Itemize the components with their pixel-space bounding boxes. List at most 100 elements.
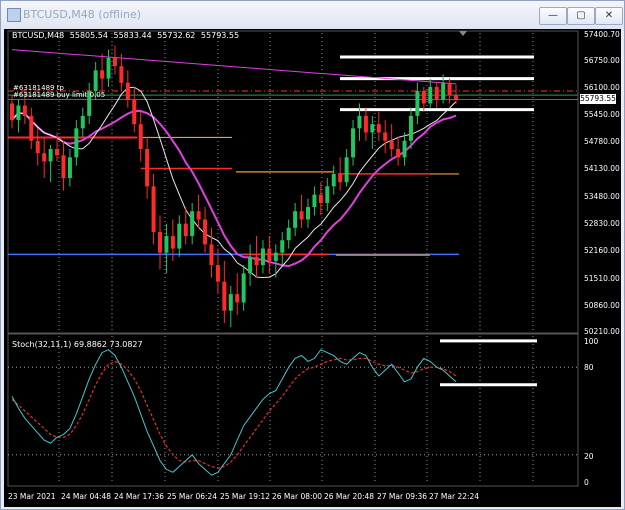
candle-body bbox=[177, 223, 182, 249]
price-panel-border bbox=[7, 30, 579, 334]
candle-body bbox=[447, 82, 452, 96]
time-tick: 23 Mar 2021 bbox=[8, 492, 56, 501]
candle-body bbox=[209, 244, 214, 266]
price-tick: 50860.00 bbox=[584, 301, 620, 310]
stoch-tick: 80 bbox=[584, 363, 594, 372]
time-tick: 24 Mar 17:36 bbox=[114, 492, 165, 501]
minimize-button[interactable]: — bbox=[539, 7, 567, 25]
candle-body bbox=[112, 57, 117, 67]
candle-body bbox=[280, 240, 285, 253]
time-tick: 25 Mar 19:12 bbox=[220, 492, 271, 501]
candle-body bbox=[408, 115, 413, 141]
candle-body bbox=[183, 223, 188, 237]
stochastic-label: Stoch(32,11,1) 69.8862 73.0827 bbox=[12, 340, 143, 349]
candle-body bbox=[10, 103, 14, 121]
order-buy-limit-label[interactable]: #63181489 buy limit 0.05 bbox=[13, 91, 105, 99]
candle-body bbox=[441, 82, 446, 100]
candle-body bbox=[61, 155, 66, 179]
low-value: 55732.62 bbox=[157, 31, 196, 40]
stoch-signal-line bbox=[11, 357, 457, 469]
candle-body bbox=[363, 115, 368, 133]
candle-body bbox=[55, 149, 60, 156]
candle-body bbox=[254, 256, 259, 266]
candle-body bbox=[351, 128, 356, 158]
candle-body bbox=[318, 194, 323, 203]
chart-shift-icon bbox=[459, 31, 467, 36]
price-chart[interactable]: BTCUSD,M48 55805.54 55833.44 55732.62 55… bbox=[4, 29, 621, 507]
symbol-label: BTCUSD,M48 bbox=[12, 31, 65, 40]
candle-body bbox=[293, 211, 298, 228]
candle-body bbox=[80, 115, 85, 129]
candle-body bbox=[454, 95, 458, 100]
candle-body bbox=[100, 70, 105, 79]
candle-body bbox=[125, 82, 130, 100]
price-tick: 52830.00 bbox=[584, 219, 620, 228]
time-tick: 24 Mar 04:48 bbox=[61, 492, 112, 501]
price-tick: 57400.70 bbox=[584, 30, 620, 39]
candle-body bbox=[145, 149, 150, 187]
candle-body bbox=[357, 115, 362, 129]
candle-body bbox=[119, 66, 124, 83]
candle-body bbox=[286, 227, 291, 241]
price-tick: 53480.00 bbox=[584, 192, 620, 201]
stoch-tick: 0 bbox=[584, 478, 589, 487]
candle-body bbox=[376, 124, 381, 133]
close-button[interactable]: ✕ bbox=[595, 7, 623, 25]
chart-canvas[interactable] bbox=[4, 29, 621, 507]
time-tick: 26 Mar 08:00 bbox=[272, 492, 323, 501]
high-value: 55833.44 bbox=[113, 31, 152, 40]
restore-button[interactable]: ▢ bbox=[567, 7, 595, 25]
candle-body bbox=[190, 211, 195, 237]
price-tick: 56100.00 bbox=[584, 83, 620, 92]
price-tick: 54130.00 bbox=[584, 164, 620, 173]
candle-body bbox=[48, 149, 53, 162]
current-price-badge: 55793.55 bbox=[580, 94, 616, 104]
candle-body bbox=[325, 186, 330, 203]
title-bar[interactable]: BTCUSD,M48 (offline) — ▢ ✕ bbox=[1, 1, 624, 29]
candle-body bbox=[164, 236, 169, 253]
candle-body bbox=[383, 132, 388, 141]
candle-body bbox=[132, 99, 137, 125]
stoch-main-line bbox=[11, 349, 457, 476]
candle-body bbox=[370, 124, 375, 133]
candle-body bbox=[151, 186, 156, 232]
chart-window-icon bbox=[7, 8, 21, 22]
price-tick: 51510.00 bbox=[584, 274, 620, 283]
candle-body bbox=[402, 140, 407, 158]
candle-body bbox=[42, 153, 47, 162]
candle-body bbox=[428, 86, 433, 104]
candle-body bbox=[235, 294, 240, 303]
time-tick: 25 Mar 06:24 bbox=[167, 492, 218, 501]
candle-body bbox=[74, 128, 79, 158]
candle-body bbox=[331, 173, 336, 187]
stoch-tick: 100 bbox=[584, 337, 599, 346]
price-tick: 54780.00 bbox=[584, 137, 620, 146]
price-tick: 55450.00 bbox=[584, 110, 620, 119]
candle-body bbox=[29, 115, 34, 141]
price-tick: 50210.00 bbox=[584, 327, 620, 336]
candle-body bbox=[138, 124, 143, 150]
candle-body bbox=[299, 211, 304, 220]
price-tick: 52160.00 bbox=[584, 246, 620, 255]
candle-body bbox=[93, 70, 98, 92]
time-tick: 26 Mar 20:48 bbox=[324, 492, 375, 501]
candle-body bbox=[389, 140, 394, 150]
candle-body bbox=[396, 149, 401, 158]
candle-body bbox=[228, 294, 233, 311]
candle-body bbox=[196, 211, 201, 220]
candle-body bbox=[415, 91, 420, 116]
candle-body bbox=[421, 91, 426, 104]
stoch-panel-border bbox=[7, 333, 579, 487]
chart-header: BTCUSD,M48 55805.54 55833.44 55732.62 55… bbox=[12, 31, 242, 40]
candle-body bbox=[248, 256, 253, 274]
candle-body bbox=[67, 157, 72, 179]
candle-body bbox=[344, 157, 349, 183]
ma-slow-line bbox=[11, 110, 457, 268]
close-value: 55793.55 bbox=[200, 31, 240, 40]
ma-long-line bbox=[11, 49, 457, 85]
candle-body bbox=[306, 207, 310, 220]
candle-body bbox=[35, 140, 40, 154]
candle-body bbox=[241, 273, 246, 303]
candle-body bbox=[222, 281, 227, 311]
open-value: 55805.54 bbox=[69, 31, 108, 40]
